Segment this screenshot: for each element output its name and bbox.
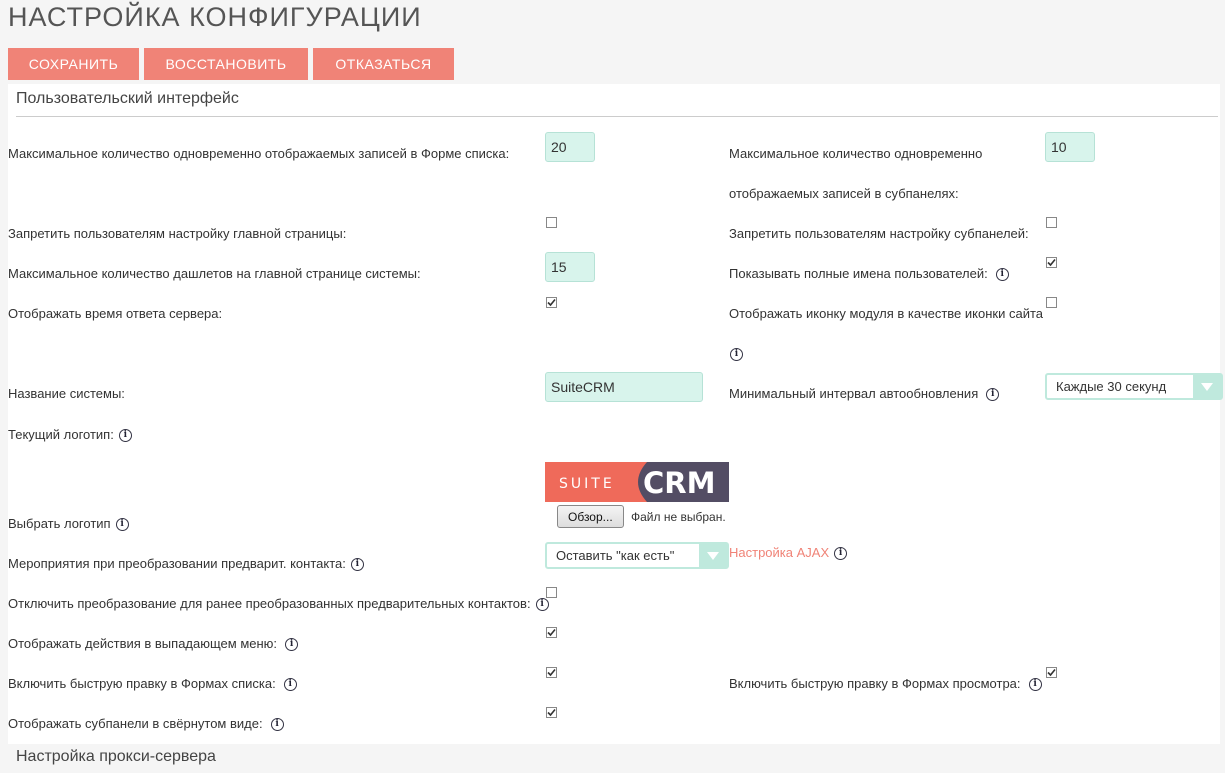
- info-icon[interactable]: i: [1028, 678, 1042, 692]
- quickedit-detail-label-text: Включить быструю правку в Формах просмот…: [729, 676, 1021, 691]
- lead-activities-select[interactable]: Оставить "как есть": [545, 542, 729, 569]
- logo-suite-text: SUITE: [559, 476, 615, 492]
- actions-dropdown-checkbox[interactable]: [546, 627, 557, 638]
- server-time-label: Отображать время ответа сервера:: [8, 306, 223, 321]
- choose-logo-label-text: Выбрать логотип: [8, 516, 111, 531]
- disable-convert-label: Отключить преобразование для ранее преоб…: [8, 596, 549, 612]
- autorefresh-select[interactable]: Каждые 30 секунд: [1045, 373, 1223, 400]
- info-icon[interactable]: i: [995, 268, 1009, 282]
- disable-convert-checkbox[interactable]: [546, 587, 557, 598]
- lock-subpanels-label: Запретить пользователям настройку субпан…: [729, 226, 1029, 241]
- autorefresh-label: Минимальный интервал автообновления i: [729, 386, 1000, 402]
- quickedit-detail-checkbox[interactable]: [1046, 667, 1057, 678]
- cancel-button[interactable]: ОТКАЗАТЬСЯ: [313, 48, 454, 80]
- section-title-ui: Пользовательский интерфейс: [16, 90, 239, 107]
- quickedit-list-label: Включить быструю правку в Формах списка:…: [8, 676, 297, 692]
- collapsed-subpanels-label: Отображать субпанели в свёрнутом виде: i: [8, 716, 284, 732]
- info-icon[interactable]: i: [283, 678, 297, 692]
- actions-dropdown-label-text: Отображать действия в выпадающем меню:: [8, 636, 278, 651]
- file-status: Файл не выбран.: [631, 510, 726, 524]
- info-icon[interactable]: i: [730, 348, 743, 361]
- full-names-checkbox[interactable]: [1046, 257, 1057, 268]
- dashlets-max-input[interactable]: 15: [545, 252, 595, 282]
- lead-activities-label: Мероприятия при преобразовании предварит…: [8, 556, 364, 572]
- info-icon[interactable]: i: [986, 388, 1000, 402]
- disable-convert-label-text: Отключить преобразование для ранее преоб…: [8, 596, 531, 611]
- browse-button[interactable]: Обзор...: [557, 505, 624, 528]
- full-names-label: Показывать полные имена пользователей: i: [729, 266, 1009, 282]
- current-logo-label-text: Текущий логотип:: [8, 427, 114, 442]
- section-divider: [16, 116, 1218, 117]
- lock-home-checkbox[interactable]: [546, 217, 557, 228]
- system-name-label: Название системы:: [8, 386, 125, 401]
- module-icon-checkbox[interactable]: [1046, 297, 1057, 308]
- quickedit-detail-label: Включить быструю правку в Формах просмот…: [729, 676, 1042, 692]
- full-names-label-text: Показывать полные имена пользователей:: [729, 266, 988, 281]
- server-time-checkbox[interactable]: [546, 297, 557, 308]
- list-max-input[interactable]: 20: [545, 132, 595, 162]
- autorefresh-label-text: Минимальный интервал автообновления: [729, 386, 979, 401]
- actions-dropdown-label: Отображать действия в выпадающем меню: i: [8, 636, 299, 652]
- page-title: НАСТРОЙКА КОНФИГУРАЦИИ: [8, 2, 422, 32]
- logo-crm-text: CRM: [643, 466, 715, 500]
- lock-home-label: Запретить пользователям настройку главно…: [8, 226, 347, 241]
- quickedit-list-checkbox[interactable]: [546, 667, 557, 678]
- lead-activities-label-text: Мероприятия при преобразовании предварит…: [8, 556, 346, 571]
- system-name-input[interactable]: SuiteCRM: [545, 372, 703, 402]
- suitecrm-logo: SUITE CRM: [545, 462, 729, 502]
- section-title-proxy: Настройка прокси-сервера: [16, 748, 216, 765]
- info-icon[interactable]: i: [115, 518, 129, 532]
- chevron-down-icon: [1193, 375, 1221, 398]
- ajax-settings-link[interactable]: Настройка AJAX i: [729, 545, 848, 561]
- current-logo-label: Текущий логотип: i: [8, 427, 132, 443]
- dashlets-max-label: Максимальное количество дашлетов на глав…: [8, 266, 421, 281]
- restore-button[interactable]: ВОССТАНОВИТЬ: [144, 48, 308, 80]
- info-icon[interactable]: i: [285, 638, 299, 652]
- subpanel-max-input[interactable]: 10: [1045, 132, 1095, 162]
- collapsed-subpanels-checkbox[interactable]: [546, 707, 557, 718]
- module-icon-label: Отображать иконку модуля в качестве икон…: [729, 306, 1043, 321]
- subpanel-max-label-1: Максимальное количество одновременно: [729, 146, 983, 161]
- subpanel-max-label-2: отображаемых записей в субпанелях:: [729, 186, 959, 201]
- info-icon[interactable]: i: [350, 558, 364, 572]
- autorefresh-select-value: Каждые 30 секунд: [1056, 379, 1167, 394]
- save-button[interactable]: СОХРАНИТЬ: [8, 48, 139, 80]
- chevron-down-icon: [699, 544, 727, 567]
- ajax-settings-link-text[interactable]: Настройка AJAX: [729, 545, 829, 560]
- choose-logo-label: Выбрать логотип i: [8, 516, 129, 532]
- list-max-label: Максимальное количество одновременно ото…: [8, 146, 510, 161]
- info-icon[interactable]: i: [535, 598, 549, 612]
- info-icon[interactable]: i: [270, 718, 284, 732]
- info-icon[interactable]: i: [118, 429, 132, 443]
- lock-subpanels-checkbox[interactable]: [1046, 217, 1057, 228]
- collapsed-subpanels-label-text: Отображать субпанели в свёрнутом виде:: [8, 716, 263, 731]
- info-icon[interactable]: i: [834, 547, 848, 561]
- lead-activities-select-value: Оставить "как есть": [556, 548, 675, 563]
- quickedit-list-label-text: Включить быструю правку в Формах списка:: [8, 676, 276, 691]
